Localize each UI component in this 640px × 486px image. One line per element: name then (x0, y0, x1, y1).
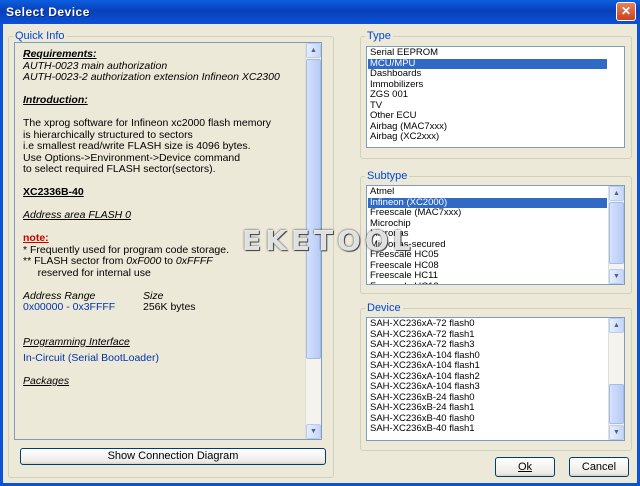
device-list-item[interactable]: SAH-XC236xA-104 flash2 (368, 372, 607, 383)
type-legend: Type (367, 30, 391, 42)
req-line: AUTH-0023-2 authorization extension Infi… (23, 71, 280, 83)
intro-heading: Introduction: (23, 94, 88, 106)
type-list-item[interactable]: Airbag (MAC7xxx) (368, 122, 607, 133)
device-list-item[interactable]: SAH-XC236xA-104 flash0 (368, 351, 607, 362)
cancel-button[interactable]: Cancel (569, 457, 629, 477)
device-list-item[interactable]: SAH-XC236xB-24 flash0 (368, 393, 607, 404)
quick-info-panel: Requirements: AUTH-0023 main authorizati… (14, 42, 322, 440)
intro-line: to select required FLASH sector(sectors)… (23, 163, 216, 175)
device-list-item[interactable]: SAH-XC236xA-104 flash3 (368, 382, 607, 393)
subtype-list[interactable]: Atmel Infineon (XC2000) Freescale (MAC7xxx… (366, 185, 625, 285)
packages-heading: Packages (23, 375, 70, 387)
note-line: reserved for internal use (23, 266, 151, 279)
range-value: 0x00000 - 0x3FFFF (23, 301, 116, 313)
device-heading: XC2336B-40 (23, 186, 84, 198)
quick-info-text: Requirements: AUTH-0023 main authorizati… (23, 48, 309, 388)
quick-info-scrollbar[interactable]: ▲ ▼ (305, 43, 321, 439)
scroll-down-icon[interactable]: ▼ (306, 424, 321, 439)
type-list-item[interactable]: TV (368, 101, 607, 112)
close-icon: ✕ (620, 4, 632, 18)
scroll-thumb[interactable] (609, 202, 624, 264)
address-area: Address area FLASH 0 (23, 209, 131, 221)
window-title: Select Device (6, 5, 90, 19)
note-heading: note: (23, 232, 49, 244)
intro-line: i.e smallest read/write FLASH size is 40… (23, 140, 251, 152)
device-list-item[interactable]: SAH-XC236xA-72 flash1 (368, 330, 607, 341)
subtype-list-item[interactable]: Infineon (XC2000) (368, 197, 607, 208)
device-list-item[interactable]: SAH-XC236xB-40 flash0 (368, 414, 607, 425)
device-scrollbar[interactable]: ▲ ▼ (608, 318, 624, 440)
ok-button[interactable]: Ok (495, 457, 555, 477)
subtype-list-item[interactable]: Freescale (MAC7xxx) (368, 208, 607, 219)
prog-value: In-Circuit (Serial BootLoader) (23, 352, 159, 364)
subtype-list-item[interactable]: Microchip (368, 219, 607, 230)
scroll-up-icon[interactable]: ▲ (609, 186, 624, 201)
scroll-up-icon[interactable]: ▲ (609, 318, 624, 333)
device-list-item[interactable]: SAH-XC236xB-24 flash1 (368, 403, 607, 414)
close-button[interactable]: ✕ (616, 2, 636, 21)
device-items: SAH-XC236xA-72 flash0 SAH-XC236xA-72 flas… (368, 319, 607, 435)
requirements-heading: Requirements: (23, 48, 97, 60)
type-list-item[interactable]: Dashboards (368, 69, 607, 80)
note-to: 0xFFFF (175, 255, 213, 267)
type-list-item[interactable]: Immobilizers (368, 80, 607, 91)
size-label: Size (143, 289, 164, 302)
type-list-item[interactable]: ZGS 001 (368, 90, 607, 101)
scroll-up-icon[interactable]: ▲ (306, 43, 321, 58)
prog-heading: Programming Interface (23, 335, 130, 348)
title-bar: Select Device ✕ (0, 0, 640, 24)
subtype-legend: Subtype (367, 170, 408, 182)
size-value: 256K bytes (143, 301, 196, 313)
device-legend: Device (367, 302, 401, 314)
type-items: Serial EEPROM MCU/MPU Dashboards Immobilize… (368, 48, 607, 143)
subtype-list-item[interactable]: Freescale HC12 (368, 282, 607, 285)
note-text: ** FLASH sector from (23, 255, 127, 267)
note-from: 0xF000 (126, 255, 162, 267)
type-list-item[interactable]: Airbag (XC2xxx) (368, 132, 607, 143)
scroll-down-icon[interactable]: ▼ (609, 425, 624, 440)
scroll-thumb[interactable] (609, 384, 624, 424)
device-list[interactable]: SAH-XC236xA-72 flash0 SAH-XC236xA-72 flas… (366, 317, 625, 441)
subtype-list-item[interactable]: Freescale HC08 (368, 261, 607, 272)
type-list-item[interactable]: MCU/MPU (368, 58, 607, 69)
note-text: to (161, 255, 176, 267)
subtype-list-item[interactable]: Micronas-secured (368, 240, 607, 251)
device-list-item[interactable]: SAH-XC236xA-104 flash1 (368, 361, 607, 372)
scroll-down-icon[interactable]: ▼ (609, 269, 624, 284)
device-list-item[interactable]: SAH-XC236xB-40 flash1 (368, 424, 607, 435)
show-connection-diagram-button[interactable]: Show Connection Diagram (20, 448, 326, 465)
subtype-items: Atmel Infineon (XC2000) Freescale (MAC7xxx… (368, 187, 607, 285)
intro-line: The xprog software for Infineon xc2000 f… (23, 117, 272, 129)
device-list-item[interactable]: SAH-XC236xA-72 flash0 (368, 319, 607, 330)
subtype-scrollbar[interactable]: ▲ ▼ (608, 186, 624, 284)
subtype-list-item[interactable]: Freescale HC11 (368, 271, 607, 282)
type-list[interactable]: Serial EEPROM MCU/MPU Dashboards Immobilize… (366, 46, 625, 148)
subtype-list-item[interactable]: Freescale HC05 (368, 250, 607, 261)
cancel-label: Cancel (581, 461, 617, 473)
subtype-list-item[interactable]: Atmel (368, 187, 607, 198)
device-list-item[interactable]: SAH-XC236xA-72 flash3 (368, 340, 607, 351)
subtype-list-item[interactable]: Micronas (368, 229, 607, 240)
ok-label: Ok (517, 461, 533, 473)
scroll-thumb[interactable] (306, 59, 321, 359)
quick-info-legend: Quick Info (15, 30, 65, 42)
note-line: ** FLASH sector from 0xF000 to 0xFFFF (23, 255, 309, 268)
type-list-item[interactable]: Other ECU (368, 111, 607, 122)
type-list-item[interactable]: Serial EEPROM (368, 48, 607, 59)
